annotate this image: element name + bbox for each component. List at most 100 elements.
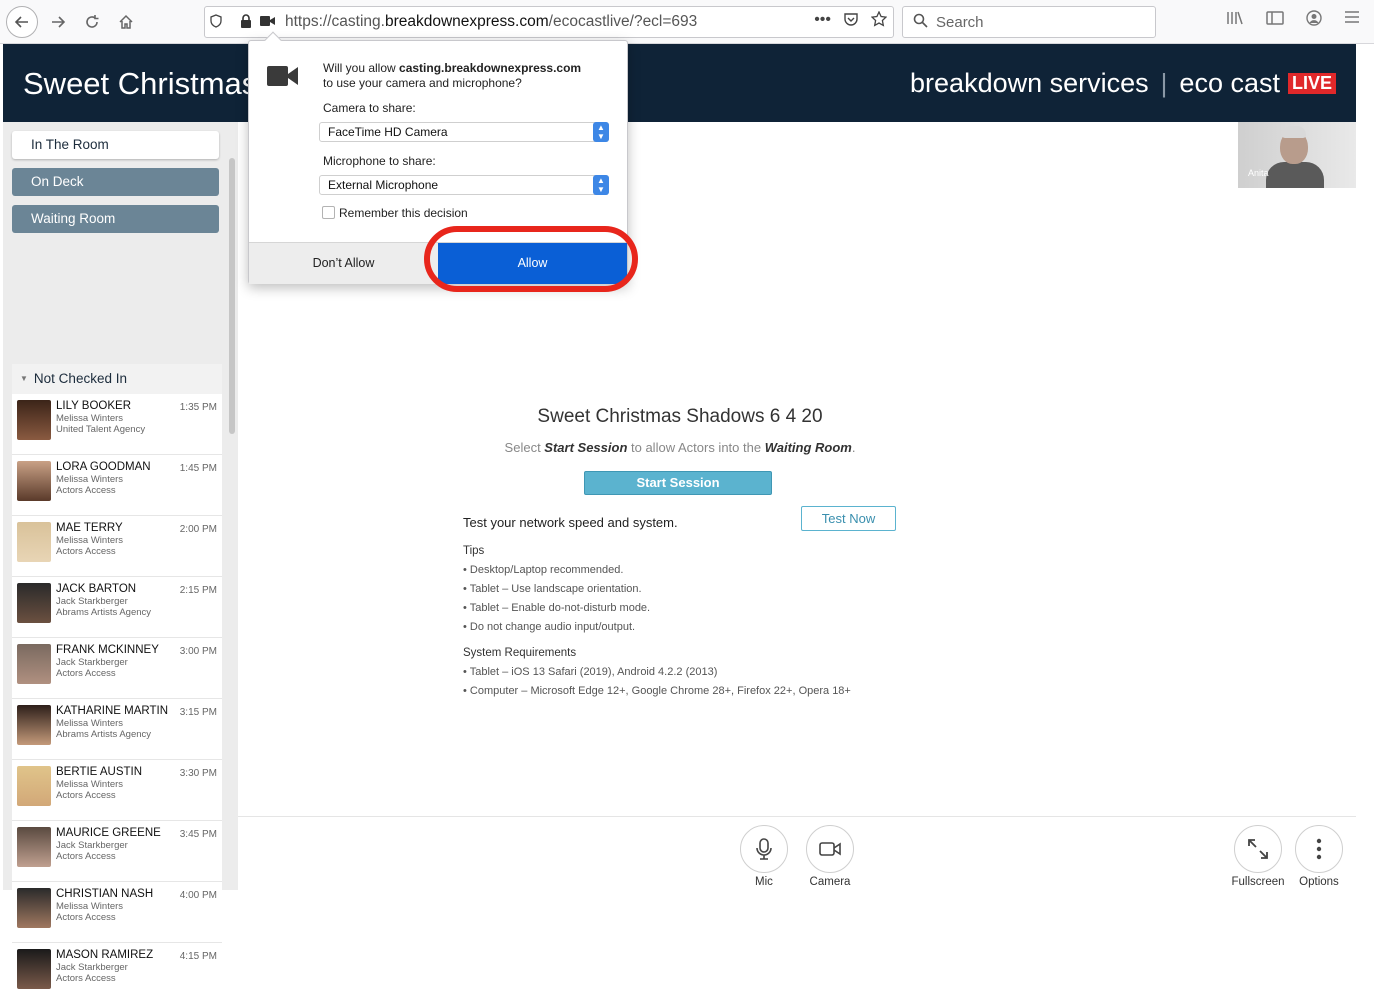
actor-agent: Jack Starkberger (56, 657, 128, 668)
actor-agent: Jack Starkberger (56, 596, 128, 607)
microphone-select[interactable]: External Microphone ▲ ▼ (319, 175, 609, 195)
app-header: Sweet Christmas breakdown services | eco… (3, 44, 1356, 122)
test-now-button[interactable]: Test Now (801, 506, 896, 531)
tip-item: • Desktop/Laptop recommended. (463, 564, 624, 576)
search-placeholder: Search (936, 13, 984, 31)
actor-agency: Actors Access (56, 485, 116, 496)
search-bar[interactable]: Search (902, 6, 1156, 38)
actor-agency: United Talent Agency (56, 424, 146, 435)
actor-name: KATHARINE MARTIN (56, 705, 169, 717)
options-label: Options (1299, 876, 1339, 888)
camera-permission-icon[interactable] (257, 14, 279, 30)
not-checked-in-header[interactable]: ▼ Not Checked In (12, 364, 222, 394)
actor-name: FRANK MCKINNEY (56, 644, 159, 656)
page-title: Sweet Christmas (23, 66, 258, 101)
actor-time: 3:45 PM (179, 829, 217, 840)
fullscreen-button[interactable] (1234, 825, 1282, 873)
session-instructions: Select Start Session to allow Actors int… (504, 440, 856, 455)
remember-decision-label: Remember this decision (339, 206, 468, 220)
dont-allow-button[interactable]: Don’t Allow (249, 243, 438, 284)
reload-icon (86, 15, 99, 28)
actor-list-item[interactable]: FRANK MCKINNEY Jack Starkberger Actors Acc… (12, 638, 222, 699)
actor-list-item[interactable]: JACK BARTON Jack Starkberger Abrams Artist… (12, 577, 222, 638)
url-bar[interactable]: https://casting.breakdownexpress.com/eco… (204, 6, 894, 38)
actor-agency: Actors Access (56, 790, 116, 801)
actor-photo (17, 705, 51, 745)
mic-button[interactable] (740, 825, 788, 873)
actor-time: 3:00 PM (179, 646, 217, 657)
actor-time: 4:15 PM (179, 951, 217, 962)
menu-icon[interactable] (1344, 10, 1360, 30)
actor-photo (17, 400, 51, 440)
account-icon[interactable] (1306, 10, 1322, 30)
fullscreen-label: Fullscreen (1231, 876, 1285, 888)
actor-list-item[interactable]: CHRISTIAN NASH Melissa Winters Actors Acce… (12, 882, 222, 943)
tab-in-the-room[interactable]: In The Room (12, 131, 219, 159)
requirement-item: • Computer – Microsoft Edge 12+, Google … (463, 685, 851, 697)
actor-photo (17, 766, 51, 806)
actor-list-item[interactable]: MAE TERRY Melissa Winters Actors Access 2:0… (12, 516, 222, 577)
actor-list-item[interactable]: KATHARINE MARTIN Melissa Winters Abrams Ar… (12, 699, 222, 760)
actor-list-item[interactable]: BERTIE AUSTIN Melissa Winters Actors Acces… (12, 760, 222, 821)
actor-name: LILY BOOKER (56, 400, 131, 412)
self-video-thumbnail[interactable]: Anita (1238, 122, 1356, 188)
home-button[interactable] (110, 6, 142, 38)
actor-list-item[interactable]: LILY BOOKER Melissa Winters United Talent … (12, 394, 222, 455)
actor-time: 3:15 PM (179, 707, 217, 718)
forward-button[interactable] (42, 6, 74, 38)
requirement-item: • Tablet – iOS 13 Safari (2019), Android… (463, 666, 718, 678)
actor-list-item[interactable]: MAURICE GREENE Jack Starkberger Actors Acc… (12, 821, 222, 882)
actor-agency: Abrams Artists Agency (56, 607, 152, 618)
camera-button[interactable] (806, 825, 854, 873)
sidebar: In The Room On Deck Waiting Room ▼ Not Ch… (3, 122, 238, 1001)
actor-list: ▼ Not Checked In LILY BOOKER Melissa Winte… (12, 364, 222, 1001)
back-button[interactable] (6, 6, 38, 38)
tips-heading: Tips (463, 545, 485, 557)
url-text: https://casting.breakdownexpress.com/eco… (285, 13, 698, 30)
actor-name: CHRISTIAN NASH (56, 888, 154, 900)
live-badge: LIVE (1287, 73, 1336, 94)
actor-agency: Abrams Artists Agency (56, 729, 152, 740)
session-title: Sweet Christmas Shadows 6 4 20 (537, 406, 823, 427)
actor-name: BERTIE AUSTIN (56, 766, 143, 778)
mic-label: Mic (755, 876, 773, 888)
tip-item: • Tablet – Enable do-not-disturb mode. (463, 602, 651, 614)
video-camera-icon (819, 842, 841, 856)
actor-list-item[interactable]: MASON RAMIREZ Jack Starkberger Actors Acce… (12, 943, 222, 1001)
actor-time: 1:35 PM (179, 402, 217, 413)
site-info-icon[interactable] (205, 13, 227, 31)
actor-time: 2:00 PM (179, 524, 217, 535)
actor-name: MAURICE GREENE (56, 827, 161, 839)
remember-decision-checkbox[interactable] (322, 206, 335, 219)
actor-name: MASON RAMIREZ (56, 949, 154, 961)
actor-agency: Actors Access (56, 912, 116, 923)
forward-arrow-icon (52, 16, 66, 28)
select-stepper-icon: ▲ ▼ (593, 122, 609, 142)
actor-agency: Actors Access (56, 546, 116, 557)
sidebar-toggle-icon[interactable] (1266, 10, 1284, 30)
sidebar-scrollbar[interactable] (229, 158, 235, 434)
actor-time: 1:45 PM (179, 463, 217, 474)
tab-waiting-room[interactable]: Waiting Room (12, 205, 219, 233)
options-button[interactable] (1295, 825, 1343, 873)
actor-name: LORA GOODMAN (56, 461, 151, 473)
start-session-button[interactable]: Start Session (584, 471, 772, 495)
select-stepper-icon: ▲ ▼ (593, 175, 609, 195)
actor-agent: Jack Starkberger (56, 840, 128, 851)
tab-on-deck[interactable]: On Deck (12, 168, 219, 196)
reload-button[interactable] (76, 6, 108, 38)
actor-agent: Melissa Winters (56, 779, 124, 790)
actor-agent: Melissa Winters (56, 474, 124, 485)
actor-agency: Actors Access (56, 668, 116, 679)
actor-agent: Melissa Winters (56, 413, 124, 424)
pocket-icon[interactable] (843, 11, 859, 32)
actor-photo (17, 949, 51, 989)
brand-right: eco cast (1179, 68, 1280, 98)
page-actions-icon[interactable]: ••• (814, 11, 831, 32)
microphone-share-label: Microphone to share: (323, 154, 436, 168)
camera-select[interactable]: FaceTime HD Camera ▲ ▼ (319, 122, 609, 142)
camera-label: Camera (809, 876, 851, 888)
actor-list-item[interactable]: LORA GOODMAN Melissa Winters Actors Access… (12, 455, 222, 516)
library-icon[interactable] (1226, 10, 1244, 30)
bookmark-star-icon[interactable] (870, 10, 888, 32)
